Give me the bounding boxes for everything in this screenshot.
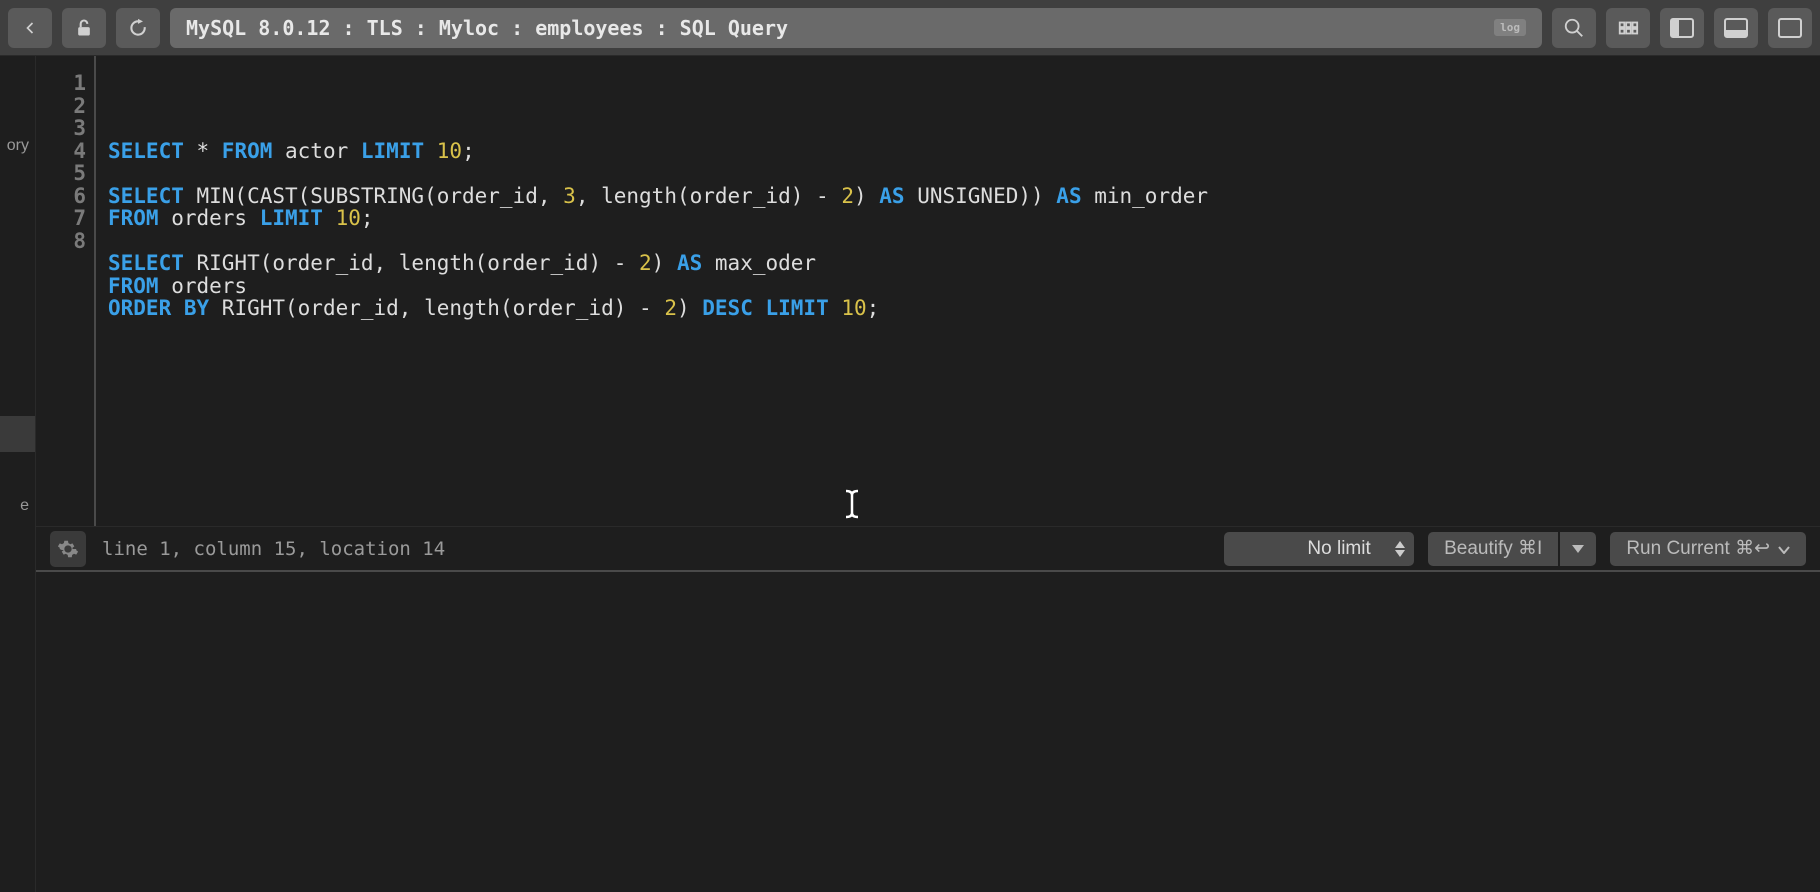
sidebar-item[interactable]	[0, 236, 35, 272]
line-number: 7	[36, 207, 86, 230]
beautify-button[interactable]: Beautify ⌘I	[1428, 532, 1558, 566]
lock-button[interactable]	[62, 8, 106, 48]
code-line[interactable]: ORDER BY RIGHT(order_id, length(order_id…	[108, 297, 1820, 320]
sql-editor[interactable]: 12345678 SELECT * FROM actor LIMIT 10;SE…	[36, 56, 1820, 526]
sidebar-bottom-button[interactable]	[1714, 8, 1758, 48]
code-line[interactable]: FROM orders	[108, 275, 1820, 298]
line-gutter: 12345678	[36, 56, 96, 526]
results-pane[interactable]	[36, 572, 1820, 892]
line-number: 1	[36, 72, 86, 95]
breadcrumb-tag: log	[1494, 19, 1526, 36]
stepper-arrows-icon	[1394, 541, 1406, 557]
nav-button[interactable]	[8, 8, 52, 48]
limit-dropdown[interactable]: No limit	[1224, 532, 1414, 566]
cursor-position: line 1, column 15, location 14	[102, 538, 445, 560]
run-button[interactable]: Run Current ⌘↩	[1610, 532, 1806, 566]
code-line[interactable]: SELECT MIN(CAST(SUBSTRING(order_id, 3, l…	[108, 185, 1820, 208]
beautify-combo: Beautify ⌘I	[1428, 532, 1596, 566]
beautify-label: Beautify ⌘I	[1444, 537, 1542, 560]
search-button[interactable]	[1552, 8, 1596, 48]
refresh-button[interactable]	[116, 8, 160, 48]
code-line[interactable]: SELECT RIGHT(order_id, length(order_id) …	[108, 252, 1820, 275]
line-number: 5	[36, 162, 86, 185]
editor-status-bar: line 1, column 15, location 14 No limit …	[36, 526, 1820, 572]
line-number: 6	[36, 185, 86, 208]
content-area: 12345678 SELECT * FROM actor LIMIT 10;SE…	[36, 56, 1820, 892]
main-area: ory e 12345678 SELECT * FROM actor LIMIT …	[0, 56, 1820, 892]
line-number: 3	[36, 117, 86, 140]
toolbar-right-group	[1552, 8, 1812, 48]
left-sidebar: ory e	[0, 56, 36, 892]
code-line[interactable]: SELECT * FROM actor LIMIT 10;	[108, 140, 1820, 163]
run-label: Run Current ⌘↩	[1626, 537, 1770, 560]
sidebar-item[interactable]	[0, 380, 35, 416]
sidebar-item[interactable]	[0, 272, 35, 308]
line-number: 4	[36, 140, 86, 163]
sidebar-item[interactable]	[0, 164, 35, 200]
beautify-dropdown-button[interactable]	[1560, 532, 1596, 566]
sidebar-item[interactable]: e	[0, 488, 35, 524]
sidebar-right-button[interactable]	[1768, 8, 1812, 48]
sidebar-item[interactable]	[0, 200, 35, 236]
breadcrumb-text: MySQL 8.0.12 : TLS : Myloc : employees :…	[186, 16, 788, 40]
line-number: 8	[36, 230, 86, 253]
sidebar-item[interactable]	[0, 452, 35, 488]
sidebar-item[interactable]: ory	[0, 128, 35, 164]
code-line[interactable]	[108, 230, 1820, 253]
sidebar-item[interactable]	[0, 92, 35, 128]
limit-label: No limit	[1307, 538, 1370, 560]
sidebar-item[interactable]	[0, 56, 35, 92]
sidebar-item[interactable]	[0, 308, 35, 344]
code-area[interactable]: SELECT * FROM actor LIMIT 10; SELECT MIN(…	[96, 56, 1820, 526]
status-right-group: No limit Beautify ⌘I Run Current ⌘↩	[1224, 532, 1806, 566]
grid-view-button[interactable]	[1606, 8, 1650, 48]
sidebar-item[interactable]	[0, 344, 35, 380]
breadcrumb-bar[interactable]: MySQL 8.0.12 : TLS : Myloc : employees :…	[170, 8, 1542, 48]
sidebar-item[interactable]	[0, 416, 35, 452]
line-number: 2	[36, 95, 86, 118]
code-line[interactable]: FROM orders LIMIT 10;	[108, 207, 1820, 230]
code-line[interactable]	[108, 162, 1820, 185]
sidebar-left-button[interactable]	[1660, 8, 1704, 48]
settings-button[interactable]	[50, 531, 86, 567]
chevron-down-icon	[1778, 538, 1790, 560]
top-toolbar: MySQL 8.0.12 : TLS : Myloc : employees :…	[0, 0, 1820, 56]
